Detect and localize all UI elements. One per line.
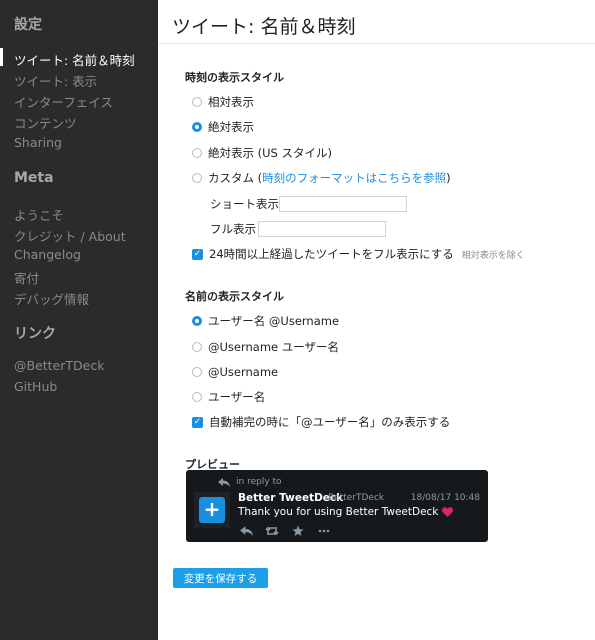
sidebar-item-debug[interactable]: デバッグ情報 (14, 289, 89, 308)
page-title: ツイート: 名前＆時刻 (172, 16, 356, 38)
heart-icon (442, 507, 454, 517)
option-label: ユーザー名 @Username (208, 314, 340, 328)
tweet-timestamp[interactable]: 18/08/17 10:48 (411, 493, 480, 503)
reply-icon[interactable] (238, 525, 254, 537)
sidebar-item-credits[interactable]: クレジット / About (14, 226, 126, 245)
radio-button[interactable] (192, 392, 202, 402)
sidebar-item-donate[interactable]: 寄付 (14, 268, 39, 287)
name-option-username-only[interactable]: @Username (192, 364, 278, 380)
sidebar-item-tweet-name-time[interactable]: ツイート: 名前＆時刻 (14, 50, 135, 69)
radio-button[interactable] (192, 342, 202, 352)
full-format-label: フル表示 (210, 222, 256, 236)
sidebar-item-interface[interactable]: インターフェイス (14, 92, 113, 111)
tweet-preview: in reply to + Better TweetDeck BetterTDe… (186, 470, 488, 542)
tweet-author-handle[interactable]: BetterTDeck (328, 493, 384, 503)
time-option-custom[interactable]: カスタム (時刻のフォーマットはこちらを参照) (192, 170, 451, 186)
active-indicator (0, 48, 3, 66)
sidebar-item-sharing[interactable]: Sharing (14, 135, 62, 150)
autocomplete-username-option[interactable]: ✓ 自動補完の時に「@ユーザー名」のみ表示する (192, 414, 450, 430)
sidebar-item-changelog[interactable]: Changelog (14, 247, 81, 262)
option-label: カスタム ( (208, 171, 263, 185)
reply-icon (218, 477, 230, 487)
time-option-relative[interactable]: 相対表示 (192, 94, 254, 110)
radio-button[interactable] (192, 148, 202, 158)
sidebar-item-welcome[interactable]: ようこそ (14, 205, 64, 224)
save-button[interactable]: 変更を保存する (173, 568, 268, 588)
sidebar-item-twitter-link[interactable]: @BetterTDeck (14, 358, 104, 373)
avatar-logo: + (199, 497, 225, 523)
option-label: 絶対表示 (208, 120, 254, 134)
option-label: 24時間以上経過したツイートをフル表示にする (209, 247, 454, 261)
option-hint: 相対表示を除く (461, 250, 525, 261)
favorite-icon[interactable] (290, 525, 306, 537)
option-label-suffix: ) (446, 171, 451, 185)
format-help-link[interactable]: 時刻のフォーマットはこちらを参照 (262, 170, 446, 186)
in-reply-to-label: in reply to (236, 477, 282, 487)
check-icon[interactable]: ✓ (192, 416, 203, 428)
option-label: @Username ユーザー名 (208, 340, 340, 354)
in-reply-to: in reply to (218, 477, 282, 487)
name-option-name-only[interactable]: ユーザー名 (192, 389, 265, 405)
radio-button-selected[interactable] (192, 122, 202, 132)
full-after-24h-option[interactable]: ✓ 24時間以上経過したツイートをフル表示にする 相対表示を除く (192, 246, 525, 262)
retweet-icon[interactable] (264, 525, 280, 537)
sidebar: 設定 ツイート: 名前＆時刻 ツイート: 表示 インターフェイス コンテンツ S… (0, 0, 158, 640)
time-option-absolute[interactable]: 絶対表示 (192, 119, 254, 135)
check-icon[interactable]: ✓ (192, 248, 203, 260)
sidebar-item-tweet-display[interactable]: ツイート: 表示 (14, 71, 97, 90)
radio-button[interactable] (192, 97, 202, 107)
sidebar-heading-links: リンク (14, 326, 56, 342)
sidebar-item-github-link[interactable]: GitHub (14, 379, 57, 394)
option-label: @Username (208, 365, 279, 379)
radio-button[interactable] (192, 173, 202, 183)
time-option-absolute-us[interactable]: 絶対表示 (US スタイル) (192, 145, 332, 161)
sidebar-heading-settings: 設定 (14, 17, 42, 33)
option-label: 絶対表示 (US スタイル) (208, 146, 333, 160)
sidebar-item-contents[interactable]: コンテンツ (14, 113, 77, 132)
full-format-input[interactable] (258, 221, 386, 237)
short-format-label: ショート表示 (210, 197, 279, 211)
sidebar-heading-meta: Meta (14, 170, 54, 186)
tweet-actions (238, 525, 342, 537)
tweet-text-content: Thank you for using Better TweetDeck (238, 506, 439, 518)
more-icon[interactable] (316, 525, 332, 537)
avatar[interactable]: + (194, 492, 230, 528)
radio-button[interactable] (192, 367, 202, 377)
option-label: 相対表示 (208, 95, 254, 109)
short-format-input[interactable] (279, 196, 407, 212)
option-label: ユーザー名 (208, 390, 266, 404)
name-option-name-username[interactable]: ユーザー名 @Username (192, 313, 339, 329)
settings-panel: ツイート: 名前＆時刻 時刻の表示スタイル 相対表示 絶対表示 絶対表示 (US… (158, 0, 595, 640)
tweet-text: Thank you for using Better TweetDeck (238, 506, 454, 518)
time-style-heading: 時刻の表示スタイル (185, 71, 284, 84)
name-option-username-name[interactable]: @Username ユーザー名 (192, 339, 339, 355)
radio-button-selected[interactable] (192, 316, 202, 326)
name-style-heading: 名前の表示スタイル (185, 290, 284, 303)
title-divider (158, 43, 595, 44)
option-label: 自動補完の時に「@ユーザー名」のみ表示する (209, 415, 451, 429)
